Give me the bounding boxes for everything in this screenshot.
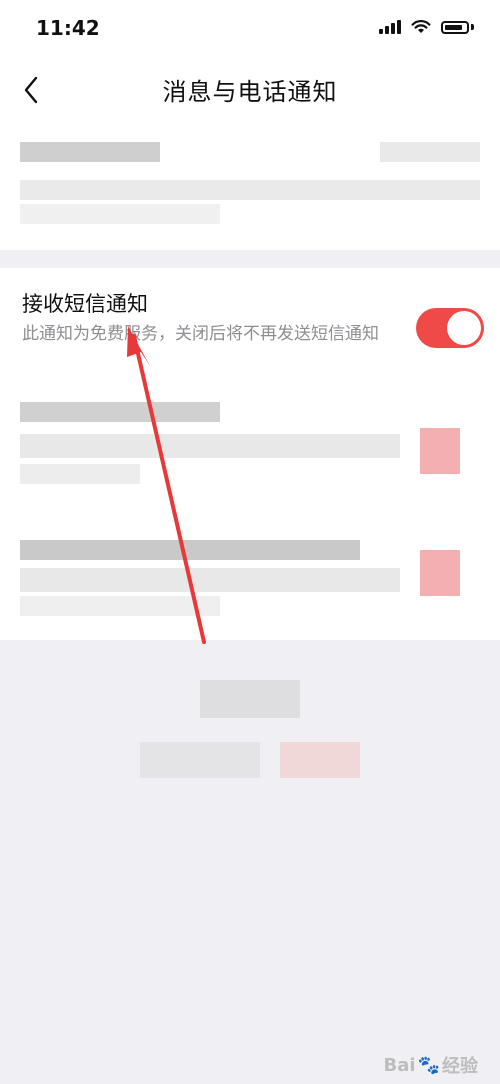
signal-icon [379,20,401,34]
status-time: 11:42 [36,16,100,40]
blurred-text [380,142,480,162]
watermark-text-left: Bai [383,1054,416,1076]
sms-settings-card: 接收短信通知 此通知为免费服务，关闭后将不再发送短信通知 [0,268,500,640]
status-icons [379,20,474,34]
wifi-icon [411,20,431,33]
sms-setting-title: 接收短信通知 [22,292,148,316]
battery-icon [441,20,469,34]
blurred-text [20,568,400,592]
paw-icon: 🐾 [417,1054,440,1076]
blurred-footer-text [140,742,260,778]
sms-toggle-switch[interactable] [416,308,484,348]
screen: 11:42 消息与电话通知 接收短信通知 此通知为免费服务，关闭后将不再发送短信… [0,0,500,1084]
sms-setting-description: 此通知为免费服务，关闭后将不再发送短信通知 [22,324,379,344]
blurred-footer-link [280,742,360,778]
blurred-text [20,596,220,616]
blurred-badge [420,428,460,474]
blurred-text [20,402,220,422]
account-card [0,120,500,250]
blurred-text [20,464,140,484]
blurred-text [20,540,360,560]
battery-tip [471,24,474,30]
status-bar: 11:42 [0,0,500,60]
blurred-footer-text [200,680,300,718]
blurred-text [20,180,480,200]
blurred-text [20,434,400,458]
blurred-badge [420,550,460,596]
page-title: 消息与电话通知 [162,78,338,106]
blurred-text [20,142,160,162]
blurred-text [20,204,220,224]
watermark-text-right: 经验 [442,1056,478,1077]
baidu-watermark: Bai 🐾 经验 [384,1052,478,1078]
nav-bar: 消息与电话通知 [0,60,500,120]
toggle-knob [447,311,481,345]
